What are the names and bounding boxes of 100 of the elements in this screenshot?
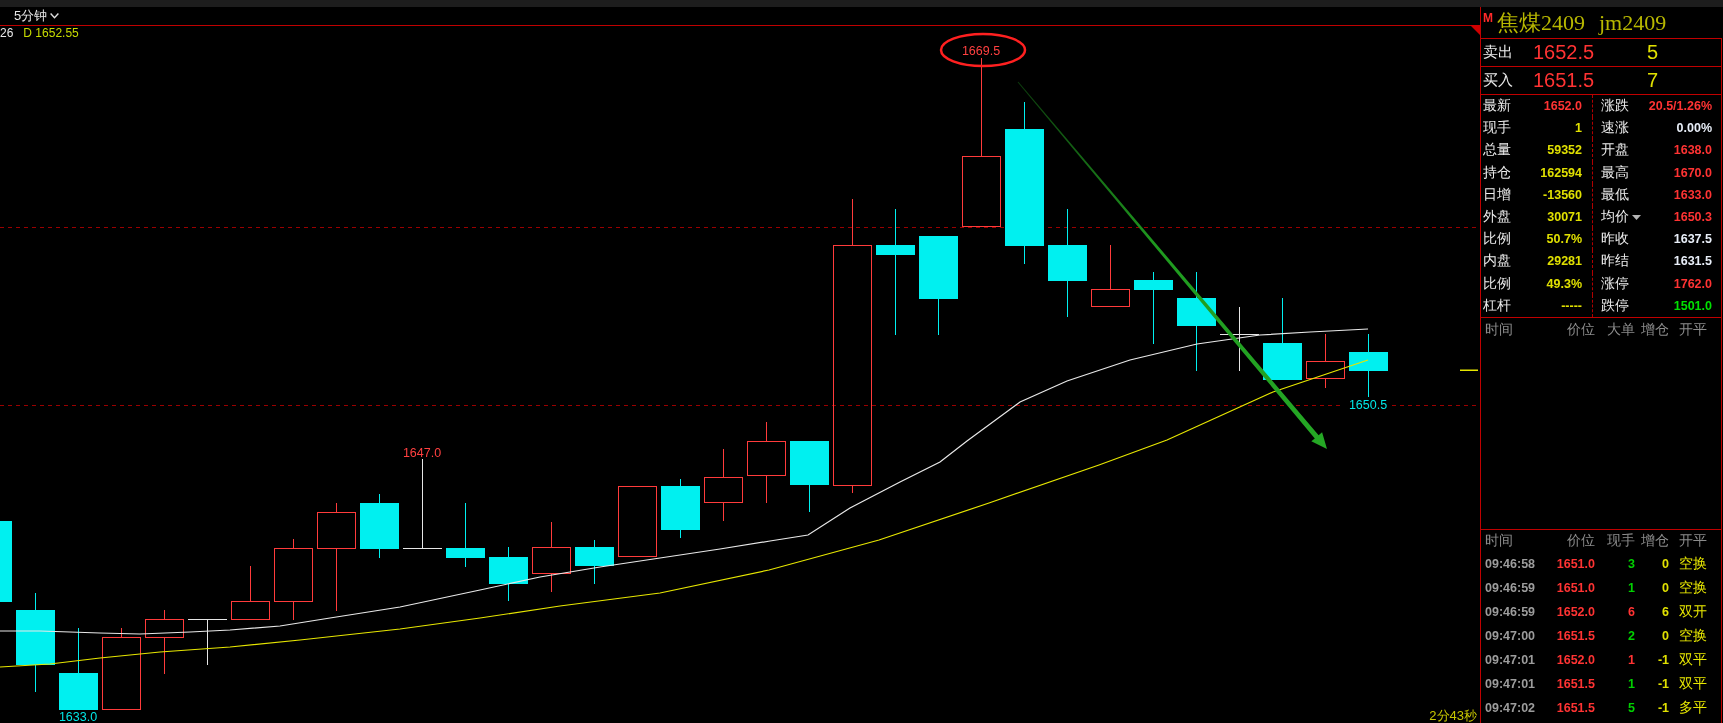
stat-label: 杠杆 <box>1483 296 1511 315</box>
stat-label: 持仓 <box>1483 163 1511 182</box>
candlestick <box>1091 244 1130 307</box>
trade-position-change: -1 <box>1656 653 1669 667</box>
stat-value: 0.00% <box>1676 121 1712 136</box>
candlestick <box>661 478 700 539</box>
column-header: 时间 <box>1485 320 1514 339</box>
column-header: 时间 <box>1485 532 1514 550</box>
candlestick <box>187 618 228 666</box>
candlestick <box>360 493 399 559</box>
stat-value: 1501.0 <box>1673 298 1712 313</box>
trade-volume: 6 <box>1627 605 1635 619</box>
stat-label: 最低 <box>1601 185 1629 204</box>
trade-price: 1651.0 <box>1555 557 1595 571</box>
stat-label: 日增 <box>1483 185 1511 204</box>
bid-volume: 7 <box>1647 69 1660 92</box>
trade-type: 双平 <box>1678 651 1708 669</box>
countdown-timer: 2分43秒 <box>1429 708 1477 723</box>
trade-type: 空换 <box>1678 627 1708 645</box>
stat-value: 59352 <box>1547 143 1582 158</box>
candlestick <box>1306 333 1345 389</box>
price-label: 1633.0 <box>58 710 98 723</box>
trade-volume: 1 <box>1627 581 1635 595</box>
triangle-marker-icon <box>1470 25 1480 35</box>
contract-name: 焦煤2409 <box>1497 9 1585 36</box>
stat-label: 跌停 <box>1601 296 1629 315</box>
stat-value: 1631.5 <box>1673 254 1712 269</box>
trade-position-change: 0 <box>1661 629 1669 643</box>
trade-time: 09:46:59 <box>1485 605 1537 619</box>
trade-position-change: -1 <box>1656 701 1669 715</box>
candlestick <box>575 539 614 585</box>
stat-value: 1650.3 <box>1673 210 1712 225</box>
column-header: 价位 <box>1566 532 1595 550</box>
ask-label: 卖出 <box>1483 43 1514 62</box>
stat-label: 最高 <box>1601 163 1629 182</box>
trade-price: 1651.0 <box>1555 581 1595 595</box>
stat-label: 速涨 <box>1601 119 1629 138</box>
trade-time: 09:47:01 <box>1485 653 1537 667</box>
trade-time: 09:47:02 <box>1485 701 1537 715</box>
trade-type: 空换 <box>1678 555 1708 573</box>
stat-value: 1670.0 <box>1673 165 1712 180</box>
price-label: 1669.5 <box>961 44 1001 58</box>
stat-label: 总量 <box>1483 141 1511 160</box>
candlestick <box>145 609 184 675</box>
column-header: 增仓 <box>1640 320 1669 339</box>
column-header: 大单 <box>1606 320 1635 339</box>
trade-price: 1651.5 <box>1555 629 1595 643</box>
stat-label: 昨收 <box>1601 230 1629 249</box>
stat-label: 均价 <box>1601 208 1629 227</box>
candlestick <box>1349 333 1388 398</box>
bid-price: 1651.5 <box>1533 69 1596 92</box>
trade-type: 多平 <box>1678 699 1708 717</box>
trade-type: 双开 <box>1678 603 1708 621</box>
trade-volume: 5 <box>1627 701 1635 715</box>
price-label: 1650.5 <box>1348 398 1388 412</box>
trade-position-change: -1 <box>1656 677 1669 691</box>
candlestick <box>1219 306 1260 372</box>
trade-time: 09:46:58 <box>1485 557 1537 571</box>
trade-price: 1651.5 <box>1555 677 1595 691</box>
candlestick <box>231 565 270 620</box>
stat-label: 比例 <box>1483 274 1511 293</box>
stat-label: 比例 <box>1483 230 1511 249</box>
column-header: 开平 <box>1678 320 1708 339</box>
trade-position-change: 0 <box>1661 581 1669 595</box>
trade-volume: 1 <box>1627 653 1635 667</box>
trade-price: 1652.0 <box>1555 605 1595 619</box>
market-letter: M <box>1483 12 1493 24</box>
stat-value: 1638.0 <box>1673 143 1712 158</box>
column-header: 开平 <box>1678 532 1708 550</box>
trade-volume: 2 <box>1627 629 1635 643</box>
stat-value: 29281 <box>1547 254 1582 269</box>
candlestick <box>618 486 657 557</box>
chevron-down-icon <box>50 13 60 19</box>
stat-value: 30071 <box>1547 210 1582 225</box>
bid-label: 买入 <box>1483 71 1514 90</box>
stat-label: 外盘 <box>1483 208 1511 227</box>
candlestick <box>489 546 528 602</box>
caret-down-icon[interactable] <box>1632 214 1641 220</box>
candlestick <box>532 521 571 593</box>
column-header: 增仓 <box>1640 532 1669 550</box>
trade-time: 09:47:01 <box>1485 677 1537 691</box>
trade-volume: 3 <box>1627 557 1635 571</box>
trade-volume: 1 <box>1627 677 1635 691</box>
stat-label: 开盘 <box>1601 141 1629 160</box>
trade-time: 09:46:59 <box>1485 581 1537 595</box>
stat-value: 20.5/1.26% <box>1648 99 1712 114</box>
trade-type: 空换 <box>1678 579 1708 597</box>
stat-value: 1 <box>1575 121 1582 136</box>
trade-position-change: 0 <box>1661 557 1669 571</box>
candlestick <box>446 502 485 568</box>
indicator-value: D 1652.55 <box>23 26 79 40</box>
stat-value: ----- <box>1561 298 1582 313</box>
indicator-value: 26 <box>0 26 14 40</box>
stat-value: 1762.0 <box>1673 276 1712 291</box>
price-tick-icon <box>1460 369 1478 371</box>
trade-price: 1652.0 <box>1555 653 1595 667</box>
timeframe-dropdown[interactable]: 5分钟 <box>14 8 60 24</box>
stat-label: 最新 <box>1483 97 1511 116</box>
ask-volume: 5 <box>1647 41 1660 64</box>
ask-price: 1652.5 <box>1533 41 1596 64</box>
